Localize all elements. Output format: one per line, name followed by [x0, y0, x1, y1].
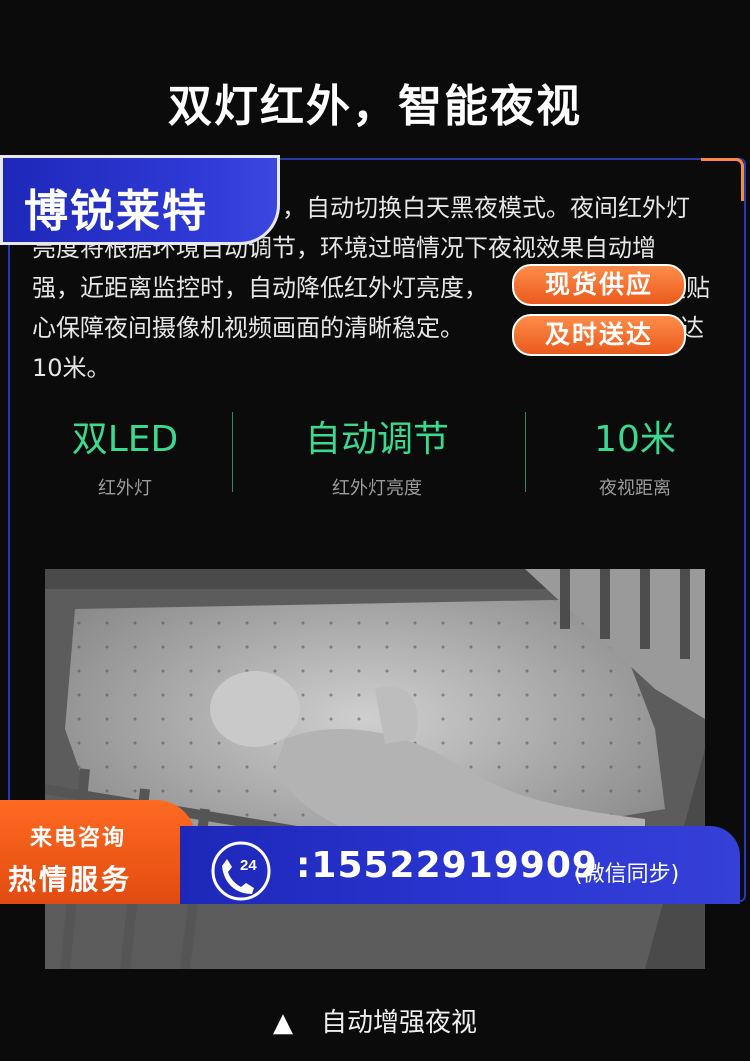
hotline-line1: 来电咨询 [30, 826, 127, 851]
night-vision-photo [45, 569, 705, 969]
hotline-badge: 来电咨询 热情服务 [0, 800, 196, 904]
page-title: 双灯红外，智能夜视 [168, 81, 582, 132]
phone-icon-label: 24 [240, 857, 257, 874]
phone-24h-icon[interactable]: 24 [206, 836, 276, 906]
stat-item: 10米 夜视距离 [510, 410, 750, 500]
stat-label: 红外灯亮度 [332, 478, 422, 499]
photo-caption: ▲ 自动增强夜视 [0, 1002, 750, 1039]
tag-fast-delivery: 及时送达 [512, 314, 686, 356]
stat-label: 夜视距离 [599, 478, 671, 499]
wechat-sync-note: (微信同步) [574, 862, 680, 887]
stat-value: 10米 [594, 419, 676, 460]
brand-name: 博锐莱特 [24, 186, 208, 237]
hotline-line2: 热情服务 [8, 863, 133, 896]
stat-value: 自动调节 [304, 419, 449, 460]
up-triangle-icon: ▲ [272, 1008, 293, 1038]
stats-row: 双LED 红外灯 自动调节 红外灯亮度 10米 夜视距离 [0, 410, 750, 499]
sleeping-baby-illustration [45, 569, 705, 969]
caption-text: 自动增强夜视 [320, 1008, 477, 1038]
stat-item: 双LED 红外灯 [0, 410, 250, 500]
stat-value: 双LED [71, 419, 179, 460]
stat-item: 自动调节 红外灯亮度 [252, 410, 502, 500]
phone-number[interactable]: :15522919909 [296, 845, 598, 886]
stat-divider [232, 412, 233, 492]
stat-label: 红外灯 [98, 478, 152, 499]
tag-in-stock: 现货供应 [512, 264, 686, 306]
